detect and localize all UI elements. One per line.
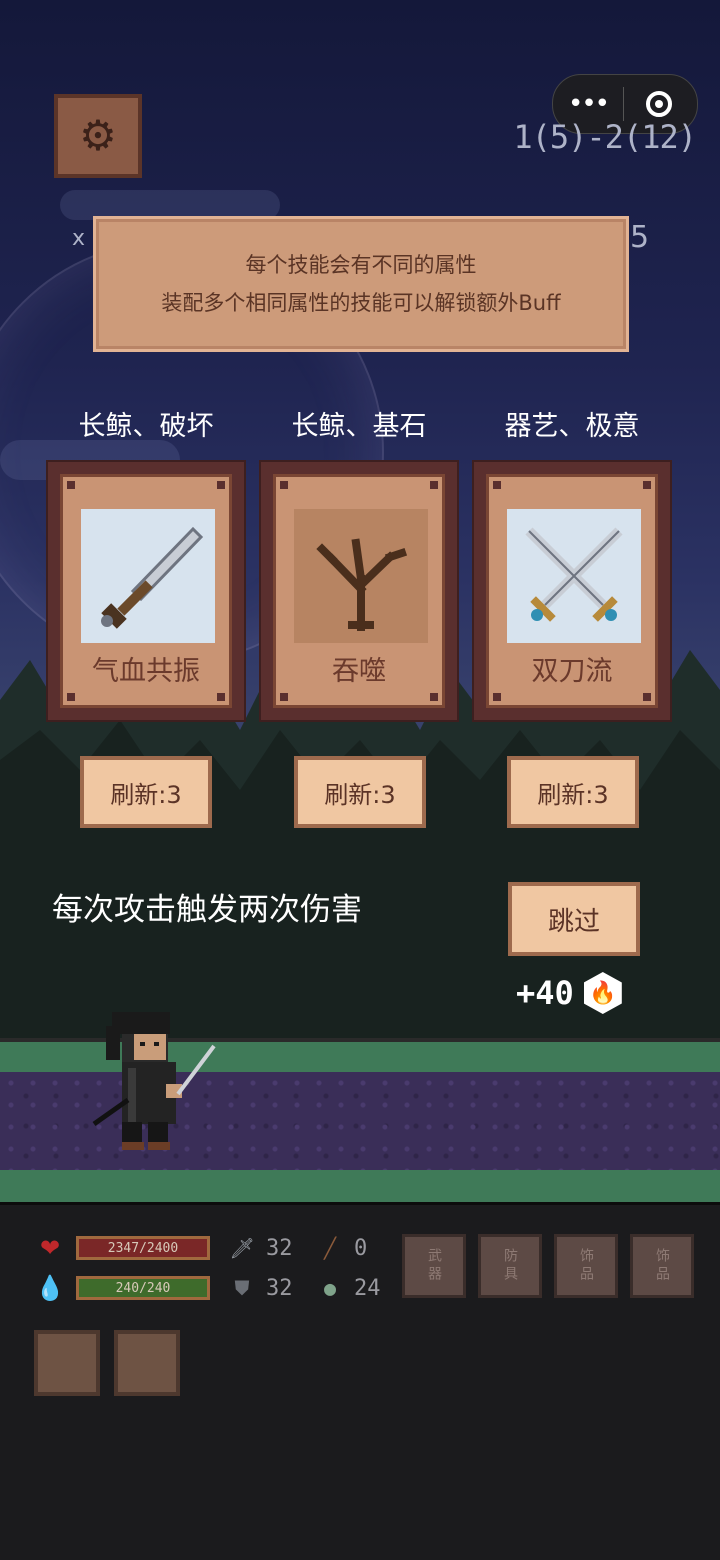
skill-card-2[interactable]: 吞噬	[259, 460, 459, 722]
skill-name-1: 气血共振	[92, 656, 200, 687]
settings-button[interactable]: ⚙	[54, 94, 142, 178]
skill-name-3: 双刀流	[531, 656, 613, 687]
equip-slot-weapon[interactable]: 武器	[402, 1234, 466, 1298]
refresh-button-3[interactable]: 刷新:3	[507, 756, 639, 828]
close-target-icon	[646, 91, 672, 117]
stat-4-value: 24	[354, 1275, 381, 1301]
grass-bottom	[0, 1170, 720, 1205]
stat-4: ● 24	[316, 1274, 381, 1302]
close-button[interactable]	[624, 91, 694, 117]
staff-icon: ╱	[323, 1236, 337, 1260]
left-marker: x	[72, 226, 86, 251]
stat-3: ╱ 0	[316, 1234, 367, 1262]
fire-icon: 🔥	[583, 972, 622, 1014]
skill-card-3[interactable]: 双刀流	[472, 460, 672, 722]
defense-stat: ⛊ 32	[228, 1274, 293, 1302]
skill-tags-1: 长鲸、破坏	[78, 411, 214, 442]
crossed-swords-icon	[507, 509, 641, 643]
attack-value: 32	[266, 1235, 293, 1261]
water-drop-icon: 💧	[35, 1274, 65, 1302]
tip-line-1: 每个技能会有不同的属性	[245, 253, 477, 277]
stat-3-value: 0	[354, 1235, 368, 1261]
refresh-button-2[interactable]: 刷新:3	[294, 756, 426, 828]
sword-icon	[81, 509, 215, 643]
refresh-button-1[interactable]: 刷新:3	[80, 756, 212, 828]
tip-panel: 每个技能会有不同的属性 装配多个相同属性的技能可以解锁额外Buff	[93, 216, 629, 352]
dead-tree-icon	[294, 509, 428, 643]
gear-icon: ⚙	[79, 111, 117, 160]
skill-description: 每次攻击触发两次伤害	[52, 892, 362, 928]
mp-bar: 240/240	[76, 1276, 210, 1300]
more-button[interactable]: •••	[553, 89, 623, 119]
stage-indicator: 1(5)-2(12)	[513, 118, 697, 156]
card-frame: 气血共振	[60, 474, 232, 708]
defense-value: 32	[266, 1275, 293, 1301]
mp-row: 💧 240/240	[34, 1272, 210, 1304]
orb-icon: ●	[323, 1276, 337, 1300]
skip-button[interactable]: 跳过	[508, 882, 640, 956]
right-marker: 5	[630, 220, 650, 255]
skill-slot-2[interactable]	[114, 1330, 180, 1396]
reward: +40 🔥	[516, 972, 622, 1014]
equip-slot-accessory-1[interactable]: 饰品	[554, 1234, 618, 1298]
skill-name-2: 吞噬	[332, 656, 386, 687]
tip-line-2: 装配多个相同属性的技能可以解锁额外Buff	[161, 291, 561, 315]
reward-amount: +40	[516, 974, 574, 1012]
blade-icon: 🗡	[229, 1236, 255, 1260]
equip-slot-armor[interactable]: 防具	[478, 1234, 542, 1298]
hp-row: ❤ 2347/2400	[34, 1232, 210, 1264]
attack-stat: 🗡 32	[228, 1234, 293, 1262]
skill-card-1[interactable]: 气血共振	[46, 460, 246, 722]
hp-bar: 2347/2400	[76, 1236, 210, 1260]
skill-tags-3: 器艺、极意	[504, 411, 640, 442]
card-frame: 吞噬	[273, 474, 445, 708]
skill-tags-2: 长鲸、基石	[291, 411, 427, 442]
skill-slot-1[interactable]	[34, 1330, 100, 1396]
heart-icon: ❤	[39, 1234, 61, 1262]
armor-icon: ⛊	[234, 1276, 250, 1300]
equip-slot-accessory-2[interactable]: 饰品	[630, 1234, 694, 1298]
card-frame: 双刀流	[486, 474, 658, 708]
player-character	[92, 1012, 216, 1150]
